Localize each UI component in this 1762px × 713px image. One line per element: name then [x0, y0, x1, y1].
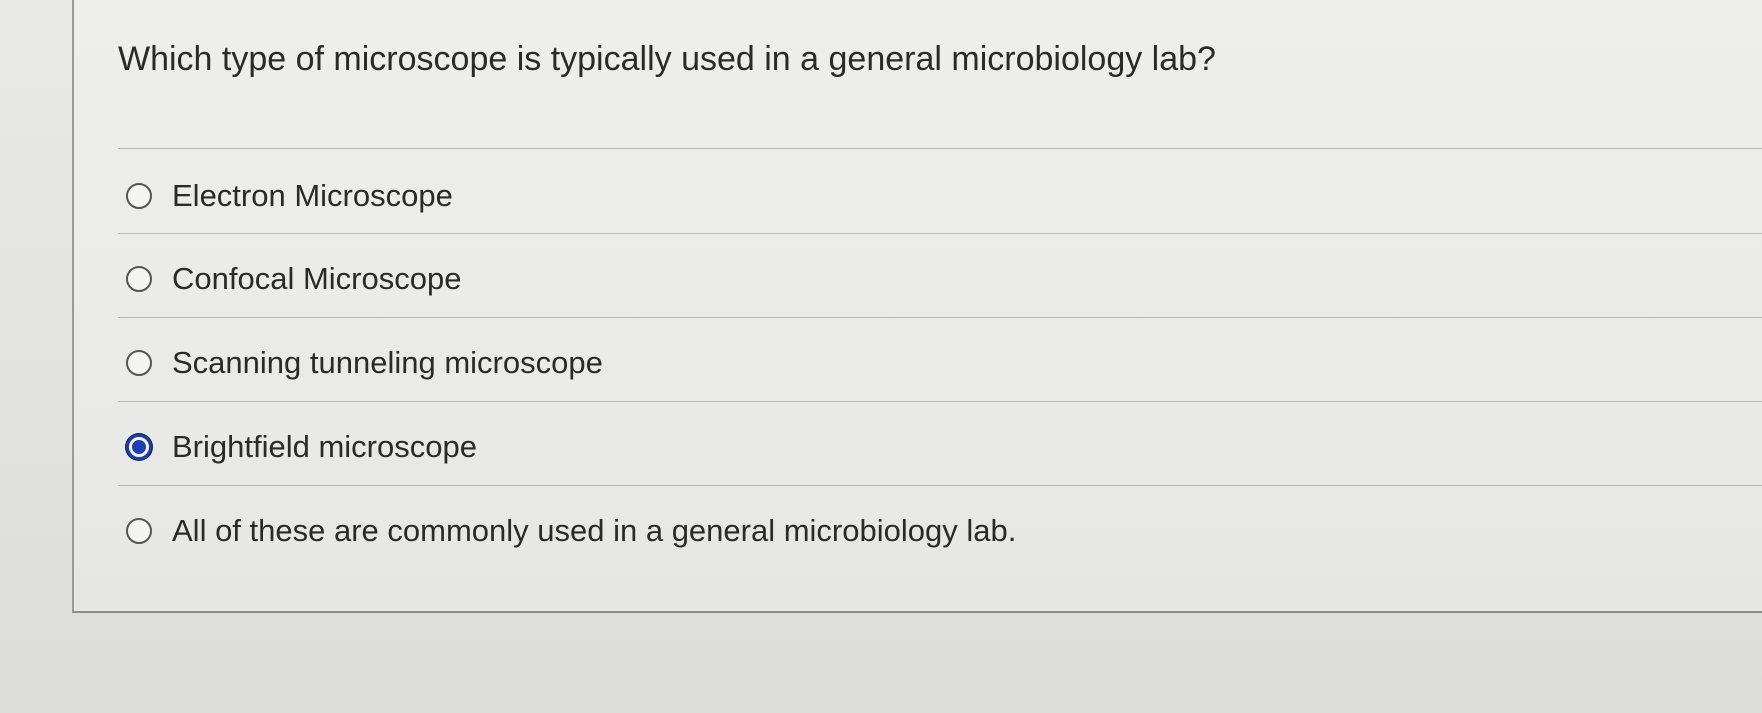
option-label: Brightfield microscope	[172, 429, 477, 464]
divider	[118, 485, 1762, 486]
option-label: Scanning tunneling microscope	[172, 345, 603, 380]
option-scanning-tunneling-microscope[interactable]: Scanning tunneling microscope	[126, 341, 603, 385]
question-text: Which type of microscope is typically us…	[118, 40, 1216, 78]
option-label: Confocal Microscope	[172, 261, 462, 296]
option-all-of-these[interactable]: All of these are commonly used in a gene…	[126, 509, 1016, 553]
radio-button[interactable]	[126, 518, 152, 544]
option-label: All of these are commonly used in a gene…	[172, 513, 1017, 548]
divider	[118, 233, 1762, 234]
divider	[118, 317, 1762, 318]
radio-button[interactable]	[126, 183, 152, 209]
radio-button[interactable]	[126, 266, 152, 292]
radio-button-selected[interactable]	[126, 434, 152, 460]
divider	[118, 401, 1762, 402]
divider	[118, 148, 1762, 149]
option-confocal-microscope[interactable]: Confocal Microscope	[126, 257, 461, 301]
radio-button[interactable]	[126, 350, 152, 376]
option-label: Electron Microscope	[172, 178, 453, 213]
radio-selected-dot	[132, 440, 146, 454]
option-electron-microscope[interactable]: Electron Microscope	[126, 174, 453, 218]
option-brightfield-microscope[interactable]: Brightfield microscope	[126, 425, 477, 469]
